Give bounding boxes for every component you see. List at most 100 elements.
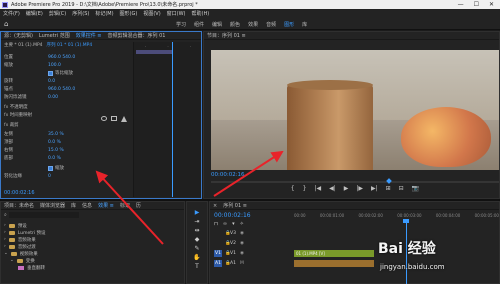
lift-button[interactable]: ⊞ <box>386 185 391 192</box>
tab-sequence[interactable]: 序列 01 ≡ <box>223 202 247 209</box>
chevron-down-icon[interactable]: ⌄ <box>10 258 14 263</box>
workspace-tab-assembly[interactable]: 组件 <box>194 21 204 28</box>
hand-tool-icon[interactable]: ✋ <box>193 255 201 261</box>
close-icon[interactable]: × <box>213 203 217 209</box>
maximize-button[interactable]: ☐ <box>474 1 479 8</box>
menu-clip[interactable]: 剪辑(C) <box>49 10 66 17</box>
step-back-button[interactable]: ◀| <box>329 185 336 192</box>
track-select-tool-icon[interactable]: ⇥ <box>193 219 201 225</box>
razor-tool-icon[interactable]: ◆ <box>193 237 201 243</box>
tree-item-audio-transitions[interactable]: › 音频过渡 <box>4 243 182 250</box>
search-input[interactable] <box>8 212 79 218</box>
workspace-tab-learn[interactable]: 学习 <box>176 21 186 28</box>
property-value[interactable]: 960.0 540.0 <box>48 87 75 92</box>
tree-item-transform[interactable]: ⌄ 变换 <box>4 257 182 264</box>
ellipse-mask-icon[interactable] <box>101 116 107 121</box>
tab-libraries[interactable]: 库 <box>71 202 76 209</box>
export-frame-button[interactable]: 📷 <box>412 185 419 192</box>
play-button[interactable]: ▶ <box>344 185 349 192</box>
tab-source[interactable]: 源：(无剪辑) <box>4 32 33 39</box>
effect-sequence-clip[interactable]: 序列 01 * 01 (1).MP4 <box>47 42 93 48</box>
tab-markers[interactable]: 标记 <box>120 202 130 209</box>
selection-tool-icon[interactable]: ▶ <box>193 210 201 216</box>
effect-timecode[interactable]: 00:00:02:16 <box>4 190 35 196</box>
effect-crop[interactable]: fx 裁剪 ↺ <box>4 122 152 129</box>
ripple-edit-tool-icon[interactable]: ⇹ <box>193 228 201 234</box>
tree-item-video-effects[interactable]: ⌄ 视频效果 <box>4 250 182 257</box>
chevron-right-icon[interactable]: › <box>4 237 6 242</box>
step-forward-button[interactable]: |▶ <box>356 185 363 192</box>
source-patch[interactable]: A1 <box>214 260 222 267</box>
close-button[interactable]: ✕ <box>489 1 494 8</box>
tab-project[interactable]: 项目：未命名 <box>4 202 34 209</box>
menu-edit[interactable]: 编辑(E) <box>26 10 43 17</box>
minimize-button[interactable]: — <box>458 1 464 8</box>
property-value[interactable]: 0.0 % <box>48 140 61 145</box>
tab-program[interactable]: 节目：序列 01 ≡ <box>207 32 246 39</box>
property-value[interactable]: 0 <box>48 174 51 179</box>
property-value[interactable]: 35.0 % <box>48 132 64 137</box>
effect-opacity[interactable]: fx 不透明度 ↺ <box>4 104 152 111</box>
effect-time-remap[interactable]: fx 时间重映射 <box>4 112 152 119</box>
effect-mini-timeline[interactable]: · · · <box>133 42 201 197</box>
type-tool-icon[interactable]: T <box>193 264 201 270</box>
property-value[interactable]: 100.0 <box>48 63 61 68</box>
menu-view[interactable]: 视图(V) <box>143 10 160 17</box>
workspace-tab-libraries[interactable]: 库 <box>302 21 307 28</box>
menu-marker[interactable]: 标记(M) <box>95 10 113 17</box>
chevron-right-icon[interactable]: › <box>4 244 6 249</box>
mark-out-button[interactable]: } <box>303 185 307 192</box>
snap-icon[interactable]: ⊓ <box>214 221 218 227</box>
video-clip[interactable]: 01 (1).MP4 [V] <box>294 250 374 257</box>
wrench-icon[interactable]: ✧ <box>240 221 244 227</box>
tab-audio-clip-mixer[interactable]: 音频剪辑混合器：序列 01 <box>108 32 166 39</box>
mark-in-button[interactable]: { <box>291 185 295 192</box>
tab-media-browser[interactable]: 媒体浏览器 <box>40 202 65 209</box>
eye-icon[interactable]: ◉ <box>240 251 245 256</box>
workspace-tab-editing[interactable]: 编辑 <box>212 21 222 28</box>
extract-button[interactable]: ⊟ <box>399 185 404 192</box>
pen-mask-icon[interactable] <box>121 116 127 122</box>
go-to-out-button[interactable]: ▶| <box>371 185 378 192</box>
eye-icon[interactable]: ◉ <box>240 241 245 246</box>
property-value[interactable]: 0.00 <box>48 95 58 100</box>
workspace-tab-color[interactable]: 颜色 <box>230 21 240 28</box>
workspace-tab-graphics[interactable]: 图形 <box>284 21 294 28</box>
home-icon[interactable]: ⌂ <box>4 20 8 28</box>
source-patch[interactable] <box>214 240 222 247</box>
tab-effects[interactable]: 效果 ≡ <box>98 202 114 209</box>
tab-effect-controls[interactable]: 效果控件 ≡ <box>76 32 102 39</box>
tree-item-vertical-flip[interactable]: 垂直翻转 <box>4 264 182 271</box>
property-value[interactable]: 0.0 % <box>48 156 61 161</box>
pen-tool-icon[interactable]: ✎ <box>193 246 201 252</box>
mute-icon[interactable]: M <box>240 261 245 266</box>
go-to-in-button[interactable]: |◀ <box>314 185 321 192</box>
audio-clip[interactable] <box>294 260 374 267</box>
chevron-down-icon[interactable]: ⌄ <box>4 251 8 256</box>
tab-info[interactable]: 信息 <box>82 202 92 209</box>
mini-playhead[interactable] <box>172 42 173 197</box>
tree-item-audio-effects[interactable]: › 音频效果 <box>4 236 182 243</box>
property-value[interactable]: 0.0 <box>48 79 55 84</box>
tree-item-presets[interactable]: › 预设 <box>4 222 182 229</box>
program-playhead[interactable] <box>386 178 392 184</box>
workspace-tab-effects[interactable]: 效果 <box>248 21 258 28</box>
timeline-timecode[interactable]: 00:00:02:16 <box>214 212 251 219</box>
menu-file[interactable]: 文件(F) <box>3 10 20 17</box>
menu-help[interactable]: 帮助(H) <box>192 10 210 17</box>
eye-icon[interactable]: ◉ <box>240 231 245 236</box>
tab-history[interactable]: 历 <box>136 202 141 209</box>
timeline-ruler[interactable]: 00:00 00:00:01:00 00:00:02:00 00:00:03:0… <box>294 213 499 221</box>
linked-selection-icon[interactable]: ∞ <box>223 221 227 227</box>
tab-lumetri-scopes[interactable]: Lumetri 范围 <box>39 32 70 39</box>
property-value[interactable]: 15.0 % <box>48 148 64 153</box>
tree-item-lumetri-presets[interactable]: › Lumetri 预设 <box>4 229 182 236</box>
source-patch[interactable]: V1 <box>214 250 222 257</box>
uniform-scale-checkbox[interactable] <box>48 70 53 76</box>
rectangle-mask-icon[interactable] <box>111 116 117 121</box>
zoom-checkbox[interactable] <box>48 165 53 171</box>
add-marker-icon[interactable]: ▾ <box>232 221 235 227</box>
menu-graphics[interactable]: 图形(G) <box>120 10 138 17</box>
menu-window[interactable]: 窗口(W) <box>167 10 186 17</box>
source-patch[interactable] <box>214 230 222 237</box>
